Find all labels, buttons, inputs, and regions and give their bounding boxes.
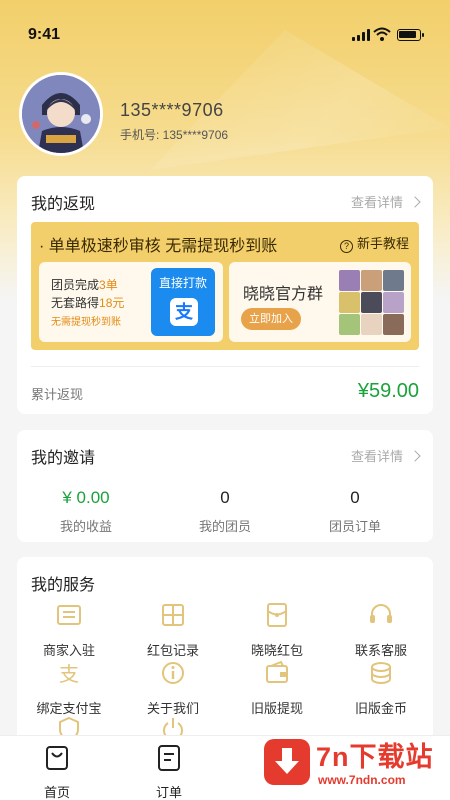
watermark-url: www.7ndn.com — [318, 773, 406, 787]
service-label: 旧版金币 — [354, 701, 407, 716]
service-label: 旧版提现 — [250, 701, 303, 716]
info-icon — [162, 662, 184, 684]
avatar[interactable] — [19, 72, 103, 156]
service-old-withdraw[interactable]: 旧版提现 — [225, 659, 329, 717]
stat-label: 团员订单 — [328, 519, 381, 534]
stat-value: ¥ 0.00 — [62, 488, 110, 507]
chevron-right-icon — [409, 196, 421, 208]
promo-line-2: 无套路得18元 — [51, 296, 125, 310]
headset-icon — [370, 604, 392, 623]
battery-icon — [397, 29, 424, 41]
services-title: 我的服务 — [31, 577, 96, 594]
grid-icon — [162, 604, 184, 626]
wifi-icon — [373, 27, 391, 41]
promo-banner[interactable]: · 单单极速秒审核 无需提现秒到账 ? 新手教程 团员完成3单 无套路得18元 无… — [31, 222, 419, 350]
service-about[interactable]: 关于我们 — [121, 659, 225, 717]
service-label: 晓晓红包 — [250, 643, 303, 658]
service-support[interactable]: 联系客服 — [329, 601, 433, 659]
group-name: 晓晓官方群 — [243, 286, 324, 303]
services-card: 我的服务 商家入驻 红包记录 晓晓红包 联系客服 支 绑定支付宝 关于我们 旧版… — [17, 557, 433, 757]
service-merchant[interactable]: 商家入驻 — [17, 601, 121, 659]
tab-label: 首页 — [43, 785, 70, 800]
rebate-details-link[interactable]: 查看详情 — [350, 192, 421, 211]
watermark-title: 7n下载站 — [316, 742, 434, 772]
group-avatars — [339, 270, 405, 335]
stat-value: 0 — [220, 488, 230, 507]
service-label: 红包记录 — [146, 643, 199, 658]
invite-card: 我的邀请 查看详情 ¥ 0.00 我的收益 0 我的团员 0 团员订单 — [17, 430, 433, 542]
stat-earnings[interactable]: ¥ 0.00 我的收益 — [17, 488, 155, 535]
service-label: 联系客服 — [354, 643, 407, 658]
wallet-icon — [266, 660, 288, 683]
rebate-details-label: 查看详情 — [350, 195, 403, 210]
order-list-icon — [158, 745, 180, 771]
username: 135****9706 — [120, 100, 224, 120]
store-icon — [57, 605, 81, 625]
status-time: 9:41 — [28, 26, 61, 43]
shopping-bag-icon — [46, 746, 68, 770]
stat-label: 我的团员 — [198, 519, 251, 534]
divider — [31, 366, 419, 367]
tutorial-link[interactable]: ? 新手教程 — [339, 233, 409, 253]
envelope-icon — [267, 603, 287, 627]
official-group-box[interactable]: 晓晓官方群 立即加入 — [229, 262, 411, 342]
rebate-title: 我的返现 — [31, 196, 96, 213]
stat-team-orders[interactable]: 0 团员订单 — [286, 488, 424, 535]
stat-label: 我的收益 — [59, 519, 112, 534]
alipay-icon: 支 — [59, 662, 79, 686]
banner-headline: · 单单极速秒审核 无需提现秒到账 — [39, 238, 278, 255]
svg-text:支: 支 — [59, 662, 79, 686]
stat-team[interactable]: 0 我的团员 — [156, 488, 294, 535]
direct-payout-label: 直接打款 — [158, 276, 207, 290]
coins-icon — [371, 662, 391, 684]
tab-label: 订单 — [155, 785, 182, 800]
accum-rebate-label: 累计返现 — [31, 387, 84, 402]
rebate-card: 我的返现 查看详情 · 单单极速秒审核 无需提现秒到账 ? 新手教程 团员完成3单… — [17, 176, 433, 414]
alipay-icon: 支 — [170, 298, 198, 326]
watermark: 7n下载站 www.7ndn.com — [262, 733, 442, 793]
stat-value: 0 — [350, 488, 360, 507]
direct-payout-tile[interactable]: 直接打款 支 — [151, 268, 215, 336]
invite-title: 我的邀请 — [31, 450, 96, 467]
service-redpacket-records[interactable]: 红包记录 — [121, 601, 225, 659]
chevron-right-icon — [409, 450, 421, 462]
tab-home[interactable]: 首页 — [27, 744, 87, 800]
tab-orders[interactable]: 订单 — [139, 744, 199, 800]
signal-icon — [352, 29, 370, 41]
question-icon: ? — [339, 240, 353, 253]
service-redpacket[interactable]: 晓晓红包 — [225, 601, 329, 659]
tutorial-label: 新手教程 — [356, 236, 409, 251]
join-group-button[interactable]: 立即加入 — [241, 308, 301, 330]
invite-details-label: 查看详情 — [350, 449, 403, 464]
team-promo-box[interactable]: 团员完成3单 无套路得18元 无需提现秒到账 直接打款 支 — [39, 262, 223, 342]
promo-line-3: 无需提现秒到账 — [51, 317, 121, 328]
service-bind-alipay[interactable]: 支 绑定支付宝 — [17, 659, 121, 717]
invite-details-link[interactable]: 查看详情 — [350, 446, 421, 465]
service-old-coins[interactable]: 旧版金币 — [329, 659, 433, 717]
accum-rebate-value: ¥59.00 — [357, 380, 419, 402]
download-icon — [264, 739, 310, 785]
service-label: 商家入驻 — [42, 643, 95, 658]
phone-number: 手机号: 135****9706 — [120, 128, 229, 142]
promo-line-1: 团员完成3单 — [51, 278, 118, 292]
status-bar: 9:41 — [0, 0, 450, 44]
